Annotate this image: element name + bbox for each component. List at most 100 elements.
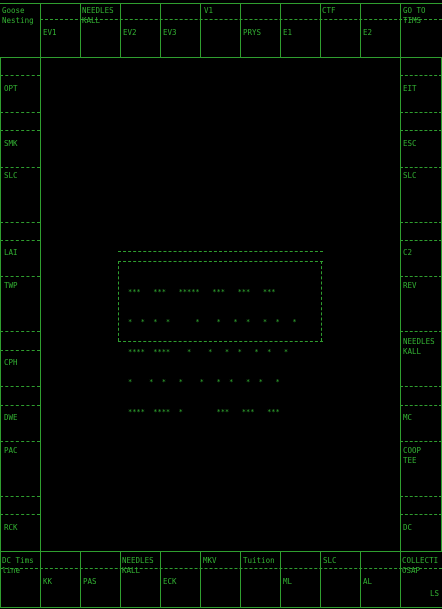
left-item-smk[interactable]: SMK	[4, 139, 18, 148]
left-divider	[0, 112, 40, 113]
left-divider	[0, 405, 40, 406]
top-cell-ev1[interactable]: EV1	[43, 28, 57, 37]
top-cell-needles[interactable]: NEEDLES	[82, 6, 114, 15]
bottom-sep	[240, 551, 241, 607]
right-item-kall[interactable]: KALL	[403, 347, 421, 356]
right-item-c2[interactable]: C2	[403, 248, 412, 257]
bottom-cell-line[interactable]: line	[2, 566, 20, 575]
logo-art: *** *** ***** *** *** *** * * * * * * * …	[128, 267, 297, 437]
bottom-cell-ml[interactable]: ML	[283, 577, 292, 586]
top-cell-v1[interactable]: V1	[204, 6, 213, 15]
left-divider	[0, 514, 40, 515]
right-item-slc[interactable]: SLC	[403, 171, 417, 180]
logo-art-line: *** *** ***** *** *** ***	[128, 288, 276, 296]
right-divider	[400, 441, 442, 442]
top-cell-tims[interactable]: TIMS	[403, 16, 421, 25]
bottom-sep	[0, 551, 1, 607]
left-item-lai[interactable]: LAI	[4, 248, 18, 257]
right-item-mc[interactable]: MC	[403, 413, 412, 422]
logo-art-line: **** **** * * * * * * *	[128, 348, 289, 356]
left-divider	[0, 386, 40, 387]
right-divider	[400, 386, 442, 387]
left-item-dwe[interactable]: DWE	[4, 413, 18, 422]
right-item-esc[interactable]: ESC	[403, 139, 417, 148]
left-item-cph[interactable]: CPH	[4, 358, 18, 367]
top-cell-goose[interactable]: Goose	[2, 6, 25, 15]
bottom-cell-tuition[interactable]: Tuition	[243, 556, 275, 565]
bottom-sep	[400, 551, 401, 607]
left-item-rck[interactable]: RCK	[4, 523, 18, 532]
right-item-tee[interactable]: TEE	[403, 456, 417, 465]
top-row-divider	[40, 19, 442, 20]
right-item-dc[interactable]: DC	[403, 523, 412, 532]
right-divider	[400, 496, 442, 497]
bottom-sep	[360, 551, 361, 607]
bottom-cell-slc[interactable]: SLC	[323, 556, 337, 565]
left-divider	[0, 496, 40, 497]
right-divider	[400, 240, 442, 241]
bottom-cell-collecti[interactable]: COLLECTI	[402, 556, 438, 565]
left-item-opt[interactable]: OPT	[4, 84, 18, 93]
top-sep	[80, 3, 81, 57]
bottom-bar-top-border	[0, 551, 442, 552]
right-column-edge	[400, 57, 401, 551]
top-sep	[280, 3, 281, 57]
top-sep	[320, 3, 321, 57]
right-divider	[400, 276, 442, 277]
right-item-rev[interactable]: REV	[403, 281, 417, 290]
top-cell-prys[interactable]: PRYS	[243, 28, 261, 37]
top-cell-ctf[interactable]: CTF	[322, 6, 336, 15]
right-divider	[400, 405, 442, 406]
top-sep	[160, 3, 161, 57]
right-divider	[400, 75, 442, 76]
left-item-slc[interactable]: SLC	[4, 171, 18, 180]
left-divider	[0, 167, 40, 168]
bottom-sep	[280, 551, 281, 607]
bottom-border	[0, 607, 442, 608]
right-item-eit[interactable]: EIT	[403, 84, 417, 93]
left-divider	[0, 75, 40, 76]
left-column-edge	[40, 57, 41, 551]
right-divider	[400, 167, 442, 168]
bottom-sep	[80, 551, 81, 607]
bottom-row-divider	[0, 568, 442, 569]
bottom-cell-kk[interactable]: KK	[43, 577, 52, 586]
bottom-cell-eck[interactable]: ECK	[163, 577, 177, 586]
top-cell-kall[interactable]: KALL	[82, 16, 100, 25]
top-sep	[240, 3, 241, 57]
bottom-cell-mkv[interactable]: MKV	[203, 556, 217, 565]
bottom-cell-al[interactable]: AL	[363, 577, 372, 586]
top-border	[0, 3, 442, 4]
bottom-cell-ls[interactable]: LS	[430, 589, 439, 598]
top-bar-bottom-border	[0, 57, 442, 58]
terminal-screen: Goose NEEDLES V1 CTF GO TO Nesting KALL …	[0, 0, 442, 609]
bottom-cell-pas[interactable]: PAS	[83, 577, 97, 586]
top-cell-nesting[interactable]: Nesting	[2, 16, 34, 25]
left-divider	[0, 276, 40, 277]
top-cell-e2[interactable]: E2	[363, 28, 372, 37]
top-cell-ev2[interactable]: EV2	[123, 28, 137, 37]
bottom-cell-dc-tims[interactable]: DC Tims	[2, 556, 34, 565]
right-divider	[400, 112, 442, 113]
bottom-cell-osap[interactable]: OSAP	[402, 566, 420, 575]
bottom-cell-needles[interactable]: NEEDLES	[122, 556, 154, 565]
left-item-twp[interactable]: TWP	[4, 281, 18, 290]
center-logo: *** *** ***** *** *** *** * * * * * * * …	[118, 251, 323, 416]
top-cell-goto[interactable]: GO TO	[403, 6, 426, 15]
top-cell-e1[interactable]: E1	[283, 28, 292, 37]
left-item-pac[interactable]: PAC	[4, 446, 18, 455]
right-item-coop[interactable]: COOP	[403, 446, 421, 455]
right-divider	[400, 331, 442, 332]
left-divider	[0, 441, 40, 442]
bottom-cell-kall[interactable]: KALL	[122, 566, 140, 575]
left-divider	[0, 331, 40, 332]
logo-mid-border	[118, 261, 323, 262]
top-cell-ev3[interactable]: EV3	[163, 28, 177, 37]
left-divider	[0, 130, 40, 131]
logo-right-border	[321, 261, 322, 341]
logo-top-border	[118, 251, 323, 252]
left-column-outer	[0, 57, 1, 551]
right-divider	[400, 222, 442, 223]
right-item-needles[interactable]: NEEDLES	[403, 337, 435, 346]
bottom-sep	[40, 551, 41, 607]
